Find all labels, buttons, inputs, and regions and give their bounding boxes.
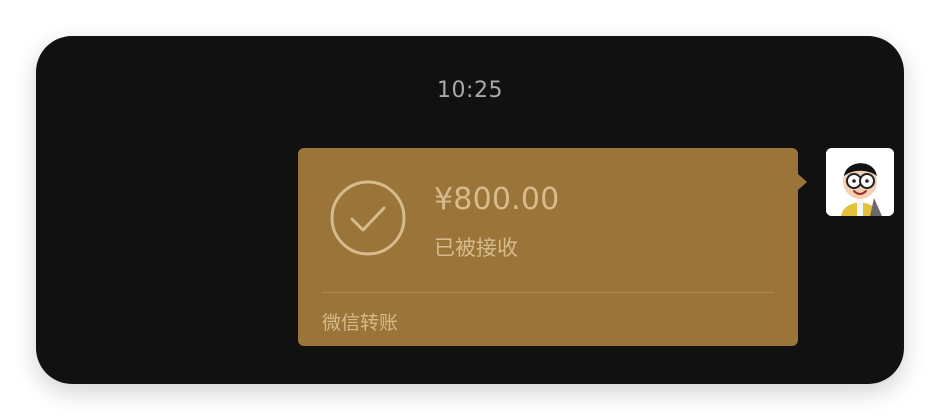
card-divider bbox=[322, 292, 774, 293]
avatar[interactable] bbox=[826, 148, 894, 216]
check-circle-icon bbox=[330, 180, 406, 256]
transfer-footer-label: 微信转账 bbox=[322, 312, 399, 334]
transfer-amount: ¥800.00 bbox=[434, 182, 560, 217]
cartoon-avatar bbox=[826, 148, 894, 216]
transfer-message-card[interactable]: ¥800.00 已被接收 微信转账 bbox=[298, 148, 798, 346]
message-bubble-tail bbox=[798, 174, 807, 190]
transfer-status: 已被接收 bbox=[434, 236, 518, 260]
message-timestamp: 10:25 bbox=[437, 78, 503, 103]
chat-window: 10:25 ¥800.00 已被接收 微信转账 bbox=[36, 36, 904, 384]
canvas: 10:25 ¥800.00 已被接收 微信转账 bbox=[0, 0, 940, 420]
